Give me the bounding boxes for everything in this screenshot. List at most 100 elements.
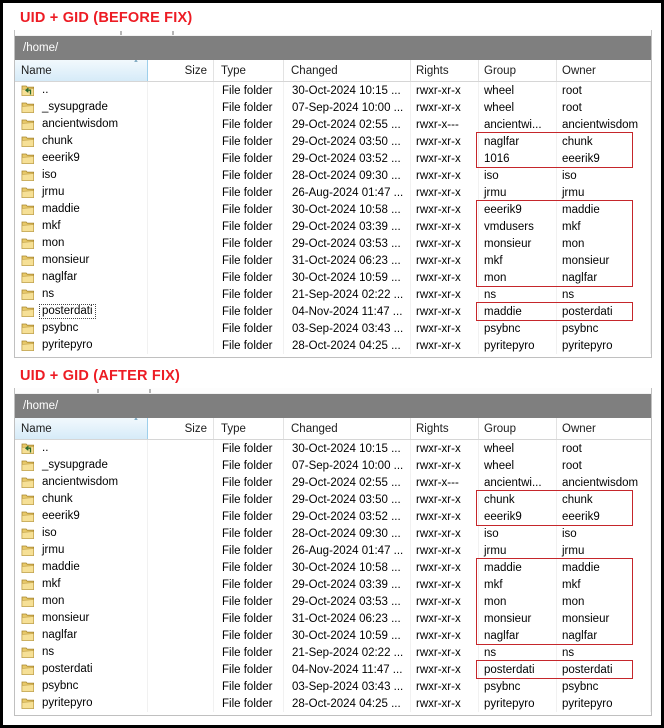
file-changed: 26-Aug-2024 01:47 ... xyxy=(284,542,411,559)
file-type: File folder xyxy=(214,116,284,133)
file-size xyxy=(148,678,214,695)
file-row[interactable]: posterdati File folder 04-Nov-2024 11:47… xyxy=(15,661,651,678)
file-changed: 29-Oct-2024 02:55 ... xyxy=(284,474,411,491)
file-row[interactable]: iso File folder 28-Oct-2024 09:30 ... rw… xyxy=(15,167,651,184)
file-owner: monsieur xyxy=(557,252,651,269)
column-header-name[interactable]: Name ▲ xyxy=(15,60,148,81)
file-rights: rwxr-xr-x xyxy=(411,457,479,474)
file-changed: 03-Sep-2024 03:43 ... xyxy=(284,678,411,695)
file-row[interactable]: eeerik9 File folder 29-Oct-2024 03:52 ..… xyxy=(15,508,651,525)
file-row[interactable]: posterdati File folder 04-Nov-2024 11:47… xyxy=(15,303,651,320)
file-row[interactable]: _sysupgrade File folder 07-Sep-2024 10:0… xyxy=(15,99,651,116)
file-row[interactable]: .. File folder 30-Oct-2024 10:15 ... rwx… xyxy=(15,82,651,99)
folder-icon xyxy=(21,664,35,676)
file-row[interactable]: monsieur File folder 31-Oct-2024 06:23 .… xyxy=(15,252,651,269)
file-type: File folder xyxy=(214,320,284,337)
file-row[interactable]: pyritepyro File folder 28-Oct-2024 04:25… xyxy=(15,337,651,354)
column-header-group[interactable]: Group xyxy=(479,60,557,81)
file-changed: 29-Oct-2024 03:50 ... xyxy=(284,133,411,150)
column-header-rights[interactable]: Rights xyxy=(411,418,479,439)
path-bar[interactable]: /home/ xyxy=(15,36,651,60)
file-row[interactable]: chunk File folder 29-Oct-2024 03:50 ... … xyxy=(15,133,651,150)
folder-icon xyxy=(21,528,35,540)
file-row[interactable]: mkf File folder 29-Oct-2024 03:39 ... rw… xyxy=(15,218,651,235)
path-bar[interactable]: /home/ xyxy=(15,394,651,418)
file-size xyxy=(148,525,214,542)
column-header-group[interactable]: Group xyxy=(479,418,557,439)
file-row[interactable]: psybnc File folder 03-Sep-2024 03:43 ...… xyxy=(15,678,651,695)
folder-icon xyxy=(21,119,35,131)
file-type: File folder xyxy=(214,218,284,235)
file-type: File folder xyxy=(214,184,284,201)
file-name: posterdati xyxy=(15,303,148,320)
column-header-row: Name ▲ Size Type Changed Rights Group Ow… xyxy=(15,60,651,82)
file-size xyxy=(148,542,214,559)
file-owner: monsieur xyxy=(557,610,651,627)
file-owner: iso xyxy=(557,525,651,542)
file-row[interactable]: ns File folder 21-Sep-2024 02:22 ... rwx… xyxy=(15,286,651,303)
file-name: iso xyxy=(15,525,148,542)
folder-icon xyxy=(21,630,35,642)
file-size xyxy=(148,167,214,184)
file-row[interactable]: ancientwisdom File folder 29-Oct-2024 02… xyxy=(15,116,651,133)
column-header-owner[interactable]: Owner xyxy=(557,418,651,439)
file-row[interactable]: mon File folder 29-Oct-2024 03:53 ... rw… xyxy=(15,235,651,252)
file-row[interactable]: naglfar File folder 30-Oct-2024 10:59 ..… xyxy=(15,627,651,644)
folder-icon xyxy=(21,698,35,710)
file-type: File folder xyxy=(214,559,284,576)
column-header-owner[interactable]: Owner xyxy=(557,60,651,81)
file-group: maddie xyxy=(479,303,557,320)
file-type: File folder xyxy=(214,627,284,644)
file-size xyxy=(148,644,214,661)
sort-ascending-icon: ▲ xyxy=(133,418,139,422)
file-size xyxy=(148,610,214,627)
file-row[interactable]: eeerik9 File folder 29-Oct-2024 03:52 ..… xyxy=(15,150,651,167)
column-header-type[interactable]: Type xyxy=(214,418,284,439)
file-changed: 28-Oct-2024 09:30 ... xyxy=(284,525,411,542)
file-row[interactable]: naglfar File folder 30-Oct-2024 10:59 ..… xyxy=(15,269,651,286)
folder-icon xyxy=(21,681,35,693)
file-size xyxy=(148,695,214,712)
file-row[interactable]: pyritepyro File folder 28-Oct-2024 04:25… xyxy=(15,695,651,712)
file-changed: 04-Nov-2024 11:47 ... xyxy=(284,661,411,678)
file-group: mon xyxy=(479,269,557,286)
column-header-rights[interactable]: Rights xyxy=(411,60,479,81)
file-group: eeerik9 xyxy=(479,201,557,218)
file-row[interactable]: jrmu File folder 26-Aug-2024 01:47 ... r… xyxy=(15,184,651,201)
folder-icon xyxy=(21,323,35,335)
file-owner: eeerik9 xyxy=(557,508,651,525)
file-name: ancientwisdom xyxy=(15,474,148,491)
file-row[interactable]: maddie File folder 30-Oct-2024 10:58 ...… xyxy=(15,559,651,576)
file-row[interactable]: _sysupgrade File folder 07-Sep-2024 10:0… xyxy=(15,457,651,474)
file-row[interactable]: iso File folder 28-Oct-2024 09:30 ... rw… xyxy=(15,525,651,542)
file-row[interactable]: ancientwisdom File folder 29-Oct-2024 02… xyxy=(15,474,651,491)
file-name: ns xyxy=(15,286,148,303)
file-size xyxy=(148,184,214,201)
column-header-size[interactable]: Size xyxy=(148,418,214,439)
file-size xyxy=(148,508,214,525)
file-row[interactable]: mon File folder 29-Oct-2024 03:53 ... rw… xyxy=(15,593,651,610)
file-row[interactable]: maddie File folder 30-Oct-2024 10:58 ...… xyxy=(15,201,651,218)
file-row[interactable]: chunk File folder 29-Oct-2024 03:50 ... … xyxy=(15,491,651,508)
folder-icon xyxy=(21,545,35,557)
column-header-changed[interactable]: Changed xyxy=(284,418,411,439)
file-rights: rwxr-xr-x xyxy=(411,542,479,559)
column-header-type[interactable]: Type xyxy=(214,60,284,81)
file-group: monsieur xyxy=(479,235,557,252)
file-group: mkf xyxy=(479,252,557,269)
file-group: wheel xyxy=(479,99,557,116)
file-row[interactable]: mkf File folder 29-Oct-2024 03:39 ... rw… xyxy=(15,576,651,593)
file-owner: chunk xyxy=(557,133,651,150)
file-row[interactable]: ns File folder 21-Sep-2024 02:22 ... rwx… xyxy=(15,644,651,661)
column-header-name[interactable]: Name ▲ xyxy=(15,418,148,439)
file-rights: rwxr-xr-x xyxy=(411,269,479,286)
file-name: mkf xyxy=(15,576,148,593)
file-row[interactable]: psybnc File folder 03-Sep-2024 03:43 ...… xyxy=(15,320,651,337)
file-row[interactable]: jrmu File folder 26-Aug-2024 01:47 ... r… xyxy=(15,542,651,559)
file-row[interactable]: monsieur File folder 31-Oct-2024 06:23 .… xyxy=(15,610,651,627)
folder-icon xyxy=(21,477,35,489)
column-header-changed[interactable]: Changed xyxy=(284,60,411,81)
file-changed: 30-Oct-2024 10:58 ... xyxy=(284,201,411,218)
file-row[interactable]: .. File folder 30-Oct-2024 10:15 ... rwx… xyxy=(15,440,651,457)
column-header-size[interactable]: Size xyxy=(148,60,214,81)
